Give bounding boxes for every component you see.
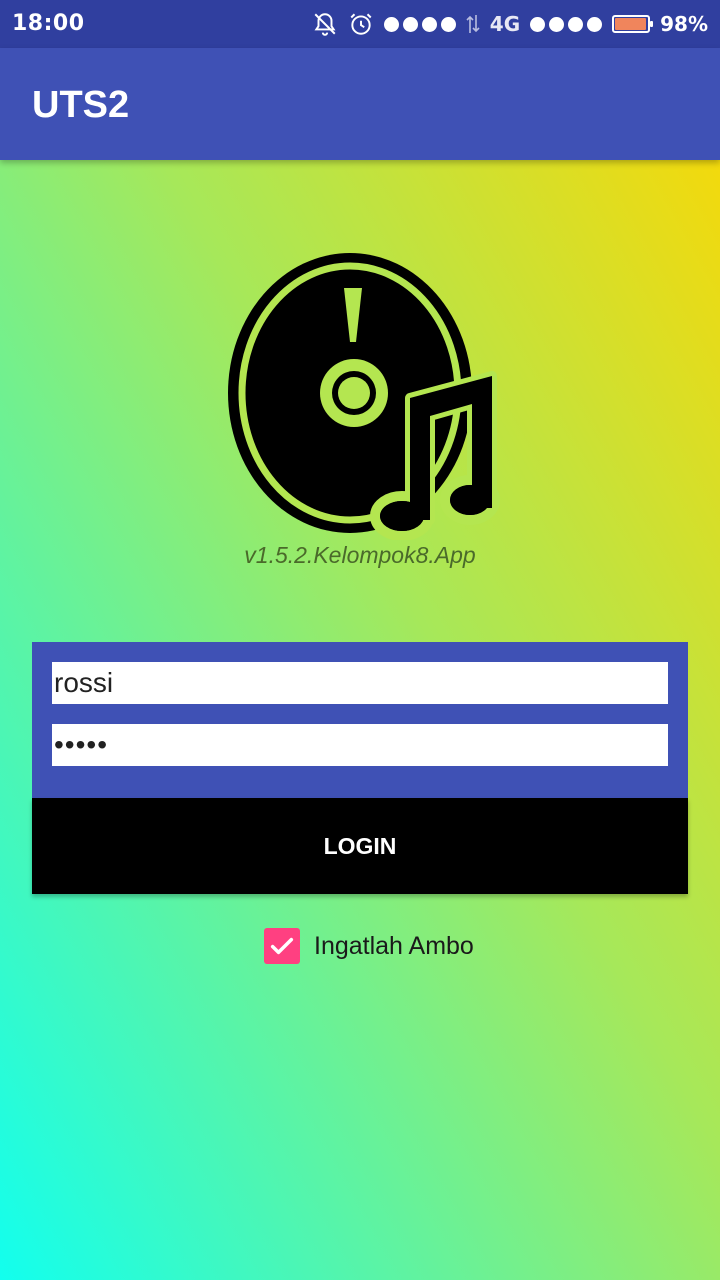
music-disc-icon <box>222 250 502 541</box>
remember-checkbox[interactable] <box>264 928 300 964</box>
status-icons: 4G 98% <box>312 0 708 48</box>
app-title: UTS2 <box>32 84 130 126</box>
login-button[interactable]: LOGIN <box>32 798 688 894</box>
battery-percent: 98% <box>660 12 708 36</box>
network-type: 4G <box>489 12 521 36</box>
remember-label: Ingatlah Ambo <box>314 931 474 960</box>
app-bar: UTS2 <box>0 48 720 160</box>
username-field[interactable] <box>52 662 668 704</box>
signal-icon <box>383 16 456 32</box>
signal-icon <box>530 16 603 32</box>
notifications-off-icon <box>312 11 338 37</box>
remember-checkbox-row[interactable]: Ingatlah Ambo <box>264 928 474 964</box>
alarm-icon <box>348 11 374 37</box>
login-panel <box>32 642 688 798</box>
version-label: v1.5.2.Kelompok8.App <box>244 542 476 568</box>
battery-icon <box>612 15 654 33</box>
password-field[interactable] <box>52 724 668 766</box>
status-bar: 18:00 4G 98% <box>0 0 720 48</box>
status-time: 18:00 <box>12 11 85 36</box>
data-transfer-icon <box>466 13 480 35</box>
check-icon <box>270 937 294 955</box>
